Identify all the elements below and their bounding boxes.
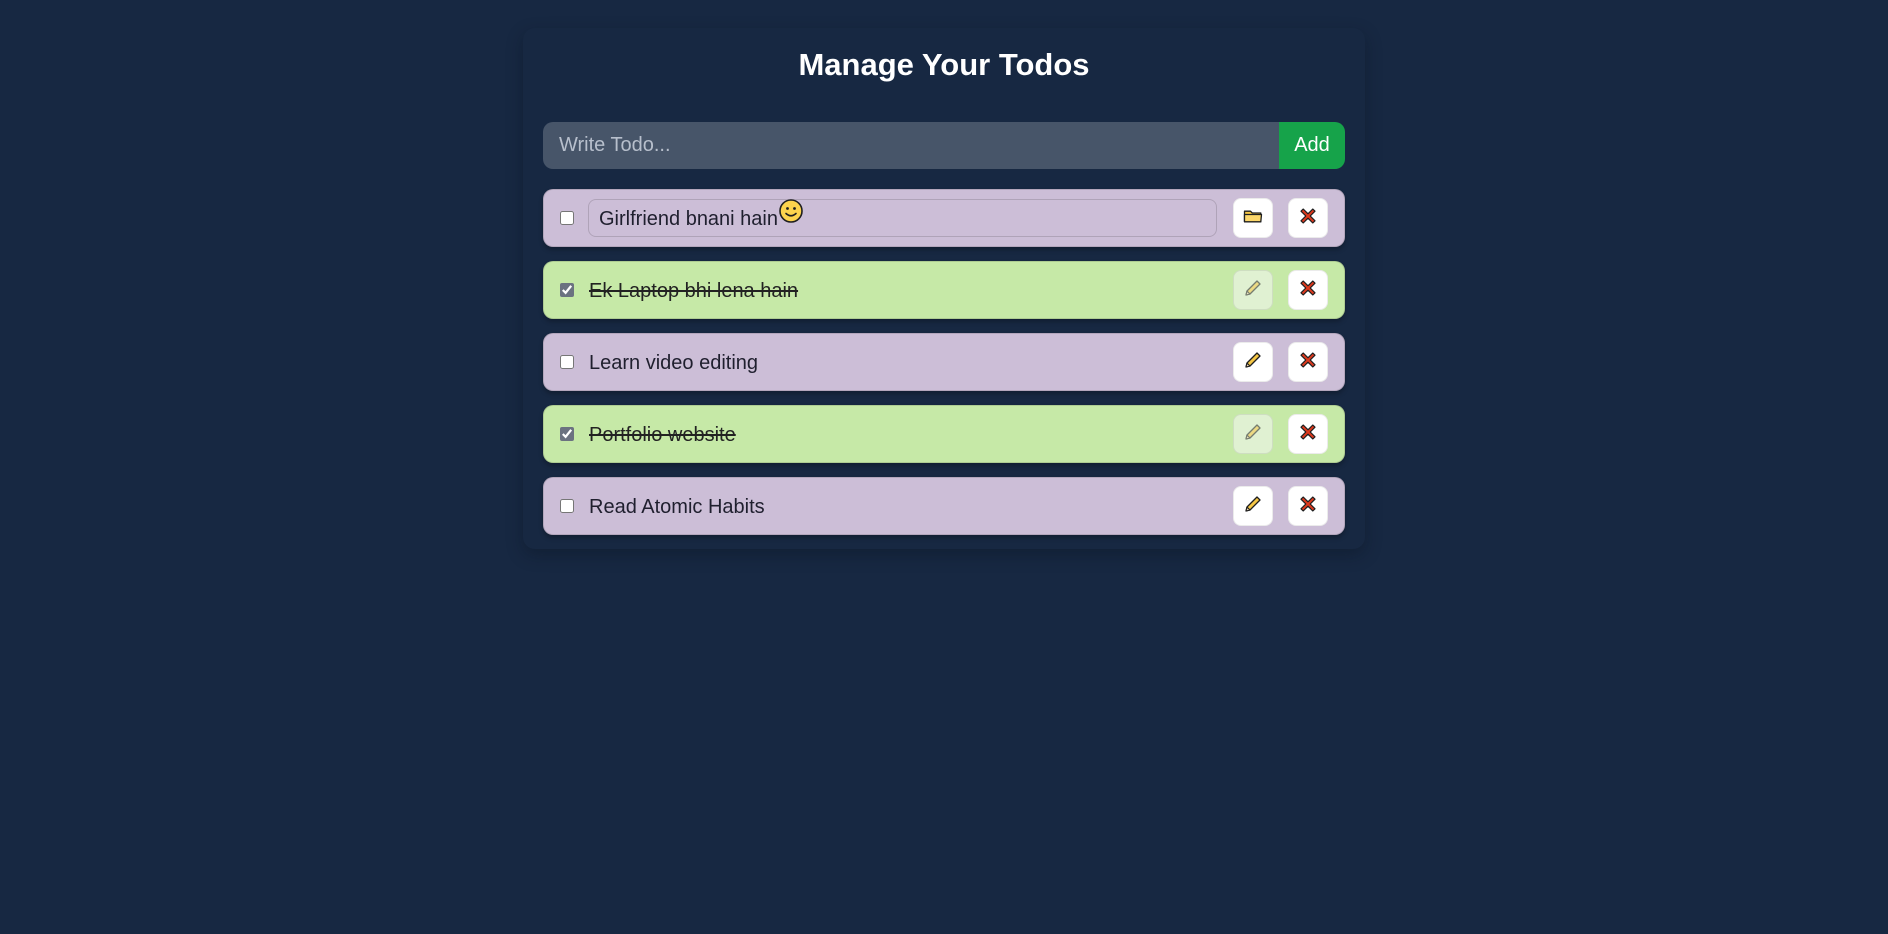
close-icon: [1298, 278, 1318, 303]
edit-button: [1233, 414, 1273, 454]
todo-item: Portfolio website: [543, 405, 1345, 463]
pencil-icon: [1242, 349, 1264, 376]
todo-list: Girlfriend bnani hain Ek Laptop bhi lena…: [543, 189, 1345, 535]
pencil-icon: [1242, 421, 1264, 448]
edit-button: [1233, 270, 1273, 310]
add-button[interactable]: Add: [1279, 122, 1345, 169]
todo-text: Portfolio website: [589, 424, 736, 446]
edit-button[interactable]: [1233, 486, 1273, 526]
delete-button[interactable]: [1288, 270, 1328, 310]
todo-item: Read Atomic Habits: [543, 477, 1345, 535]
todo-checkbox[interactable]: [560, 499, 574, 513]
delete-button[interactable]: [1288, 414, 1328, 454]
todo-text: Learn video editing: [589, 352, 759, 374]
pencil-icon: [1242, 277, 1264, 304]
delete-button[interactable]: [1288, 342, 1328, 382]
todo-checkbox[interactable]: [560, 283, 574, 297]
todo-text: Girlfriend bnani hain: [599, 208, 778, 230]
close-icon: [1298, 350, 1318, 375]
page-title: Manage Your Todos: [798, 47, 1090, 82]
todo-input[interactable]: [543, 122, 1279, 169]
todo-item: Ek Laptop bhi lena hain: [543, 261, 1345, 319]
add-todo-form: Add: [543, 122, 1345, 169]
todo-checkbox[interactable]: [560, 427, 574, 441]
todo-item: Learn video editing: [543, 333, 1345, 391]
todo-edit-field[interactable]: Girlfriend bnani hain: [588, 199, 1217, 237]
close-icon: [1298, 422, 1318, 447]
todo-checkbox[interactable]: [560, 211, 574, 225]
todo-checkbox[interactable]: [560, 355, 574, 369]
todo-app: Manage Your Todos Add Girlfriend bnani h…: [523, 28, 1365, 549]
todo-text: Read Atomic Habits: [589, 496, 765, 518]
close-icon: [1298, 494, 1318, 519]
todo-text: Ek Laptop bhi lena hain: [589, 280, 799, 302]
close-icon: [1298, 206, 1318, 231]
delete-button[interactable]: [1288, 486, 1328, 526]
smiling-face-icon: [778, 198, 804, 237]
pencil-icon: [1242, 493, 1264, 520]
delete-button[interactable]: [1288, 198, 1328, 238]
save-button[interactable]: [1233, 198, 1273, 238]
edit-button[interactable]: [1233, 342, 1273, 382]
folder-icon: [1243, 208, 1263, 229]
todo-item: Girlfriend bnani hain: [543, 189, 1345, 247]
